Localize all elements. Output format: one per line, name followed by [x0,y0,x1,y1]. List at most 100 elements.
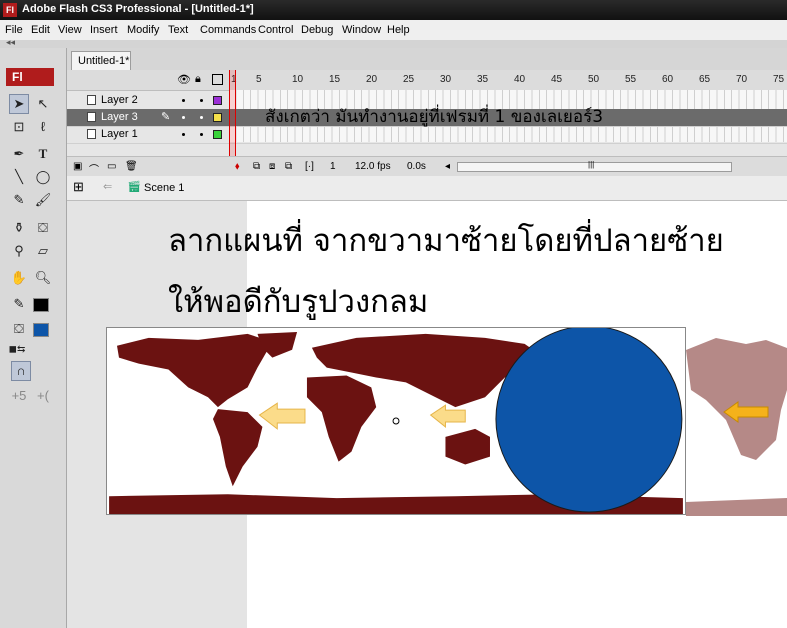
world-map[interactable] [106,327,686,515]
timeline-header: 👁︎ 🔒︎ 1 5 10 15 20 25 30 35 40 45 50 55 … [67,70,787,91]
selection-tool-icon[interactable]: ➤ [9,94,29,114]
flash-logo-icon: Fl [3,3,17,17]
frame-number: 60 [662,74,674,85]
lock-dot[interactable] [200,99,203,102]
menu-debug[interactable]: Debug [301,24,333,36]
scroll-left-icon[interactable]: ◂ [445,161,450,172]
paint-bucket-tool-icon[interactable]: ⛋ [33,218,53,238]
window-title: Adobe Flash CS3 Professional - [Untitled… [22,3,254,15]
menu-commands[interactable]: Commands [200,24,256,36]
elapsed-time: 0.0s [407,161,426,172]
ink-bottle-tool-icon[interactable]: ⚱ [9,218,29,238]
stroke-color-pencil-icon: ✎ [13,296,25,311]
outline-color-box[interactable] [213,96,222,105]
layer-name: Layer 2 [101,94,138,106]
window-title-bar: Fl Adobe Flash CS3 Professional - [Untit… [0,0,787,20]
text-tool-icon[interactable]: T [33,144,53,164]
frame-number: 55 [625,74,637,85]
outline-color-box[interactable] [213,113,222,122]
frame-number: 35 [477,74,489,85]
current-frame: 1 [330,161,336,172]
faded-antarctica [686,498,787,516]
layer-name: Layer 3 [101,111,138,123]
menu-edit[interactable]: Edit [31,24,50,36]
free-transform-tool-icon[interactable]: ⊡ [9,117,29,137]
menu-help[interactable]: Help [387,24,410,36]
insert-folder-icon[interactable]: ▭ [107,161,116,172]
timeline-toggle-icon[interactable]: ⊞ [73,179,84,195]
frame-number: 15 [329,74,341,85]
straighten-icon[interactable]: +( [33,386,53,406]
lock-icon[interactable]: 🔒︎ [195,73,201,86]
frame-number: 50 [588,74,600,85]
back-arrow-icon[interactable]: ⇐ [103,180,112,193]
layer-icon [87,95,96,105]
blue-circle[interactable] [495,327,683,513]
africa [306,375,377,462]
collapse-panel-icon[interactable]: ◂◂ [6,37,15,48]
visibility-dot[interactable] [182,133,185,136]
faded-map-copy [686,338,787,516]
outline-icon[interactable] [212,74,223,85]
lock-dot[interactable] [200,116,203,119]
stage-instruction-line-2: ให้พอดีกับรูปวงกลม [168,284,429,320]
scene-name[interactable]: Scene 1 [144,182,184,194]
pencil-tool-icon[interactable]: ✎ [9,190,29,210]
panel-dock-strip: ◂◂ [0,37,787,48]
layer-icon [87,129,96,139]
zoom-tool-icon[interactable]: 🔍︎ [33,268,53,288]
frame-rate: 12.0 fps [355,161,391,172]
frame-number: 70 [736,74,748,85]
onion-skin-icon[interactable]: ⧉ [253,161,260,172]
motion-guide-icon[interactable]: ⌒ [89,161,99,176]
tools-panel-badge: Fl [6,68,54,86]
document-tab-bar: Untitled-1* [67,48,787,70]
hand-tool-icon[interactable]: ✋ [9,268,29,288]
eyedropper-tool-icon[interactable]: ⚲ [9,241,29,261]
lasso-tool-icon[interactable]: ℓ [33,117,53,137]
delete-layer-icon[interactable]: 🗑︎ [125,161,138,172]
timeline-panel: 👁︎ 🔒︎ 1 5 10 15 20 25 30 35 40 45 50 55 … [67,70,787,177]
smooth-icon[interactable]: +5 [9,386,29,406]
show-hide-eye-icon[interactable]: 👁︎ [177,73,191,86]
center-arrow-icon [429,404,466,428]
brush-tool-icon[interactable]: 🖌 [33,190,53,210]
line-tool-icon[interactable]: ╲ [9,167,29,187]
menu-file[interactable]: File [5,24,23,36]
timeline-status-bar: ▣ ⌒ ▭ 🗑︎ ⬧ ⧉ ⧈ ⧉ [·] 1 12.0 fps 0.0s ◂ |… [67,156,787,177]
layer-icon [87,112,96,122]
menu-insert[interactable]: Insert [90,24,118,36]
edit-multiple-frames-icon[interactable]: ⧉ [285,161,292,172]
menu-view[interactable]: View [58,24,82,36]
oval-tool-icon[interactable]: ◯ [33,167,53,187]
insert-layer-icon[interactable]: ▣ [73,161,82,172]
pen-tool-icon[interactable]: ✒ [9,144,29,164]
stage-instruction-line-1: ลากแผนที่ จากขวามาซ้ายโดยที่ปลายซ้าย [168,223,724,259]
modify-markers-icon[interactable]: [·] [305,161,314,172]
frame-number: 30 [440,74,452,85]
snap-to-objects-icon[interactable]: ∩ [11,361,31,381]
frame-number: 75 [773,74,785,85]
left-arrow-icon [258,402,306,430]
center-frame-icon[interactable]: ⬧ [235,161,240,172]
timeline-scrollbar[interactable]: ||| [457,160,732,172]
onion-outlines-icon[interactable]: ⧈ [269,161,275,172]
menu-control[interactable]: Control [258,24,293,36]
frame-number: 10 [292,74,304,85]
menu-window[interactable]: Window [342,24,381,36]
outline-color-box[interactable] [213,130,222,139]
registration-point [392,417,400,425]
stroke-color-swatch[interactable] [33,298,49,312]
menu-modify[interactable]: Modify [127,24,159,36]
frame-number: 25 [403,74,415,85]
subselection-tool-icon[interactable]: ↖ [33,94,53,114]
visibility-dot[interactable] [182,99,185,102]
default-colors-icon[interactable]: ◼⇆ [7,340,27,360]
lock-dot[interactable] [200,133,203,136]
visibility-dot[interactable] [182,116,185,119]
fill-color-swatch[interactable] [33,323,49,337]
faded-continent [686,338,787,460]
eraser-tool-icon[interactable]: ▱ [33,241,53,261]
menu-text[interactable]: Text [168,24,188,36]
document-tab[interactable]: Untitled-1* [71,51,131,70]
